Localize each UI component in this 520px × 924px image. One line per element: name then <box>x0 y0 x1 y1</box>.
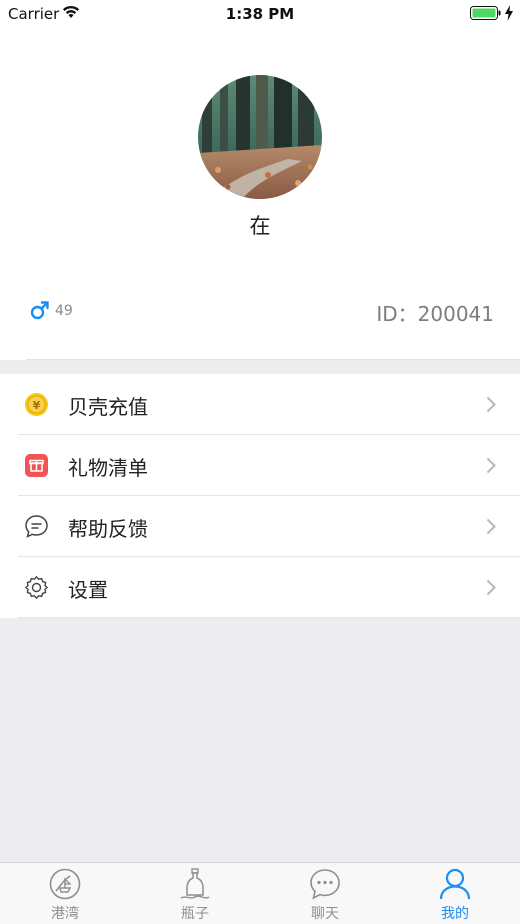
menu-item-settings[interactable]: 设置 <box>0 557 520 618</box>
chevron-right-icon <box>486 518 496 535</box>
tab-bottle[interactable]: 瓶子 <box>130 863 260 924</box>
tab-label: 港湾 <box>51 906 79 922</box>
menu-list: ¥ 贝壳充值 礼物清单 帮助反馈 设置 <box>0 374 520 618</box>
status-time: 1:38 PM <box>225 5 295 23</box>
menu-item-label: 设置 <box>68 578 108 602</box>
status-bar: Carrier 1:38 PM <box>0 0 520 30</box>
avatar-forest-image <box>198 75 322 199</box>
feedback-chat-icon <box>25 515 48 538</box>
charging-bolt-icon <box>505 5 513 21</box>
coin-icon: ¥ <box>25 393 48 416</box>
menu-item-label: 贝壳充值 <box>68 395 148 419</box>
tab-mine[interactable]: 我的 <box>390 863 520 924</box>
chevron-right-icon <box>486 579 496 596</box>
chevron-right-icon <box>486 396 496 413</box>
tab-harbor[interactable]: 港湾 <box>0 863 130 924</box>
settings-gear-icon <box>25 576 48 599</box>
chevron-right-icon <box>486 457 496 474</box>
bottle-icon <box>180 868 210 899</box>
male-gender-icon <box>30 301 49 320</box>
nickname: 在 <box>249 214 271 238</box>
menu-item-recharge[interactable]: ¥ 贝壳充值 <box>0 374 520 435</box>
profile-header: 在 49 ID：200041 <box>0 30 520 360</box>
chat-icon <box>310 869 340 900</box>
menu-item-label: 礼物清单 <box>68 456 148 480</box>
user-id-value: 200041 <box>417 302 494 326</box>
tab-bar: 港湾 瓶子 聊天 我的 <box>0 862 520 924</box>
user-id: ID：200041 <box>376 298 494 327</box>
divider <box>26 359 520 360</box>
menu-item-label: 帮助反馈 <box>68 517 148 541</box>
tab-label: 瓶子 <box>181 906 209 922</box>
user-id-label: ID： <box>376 302 418 326</box>
tab-chat[interactable]: 聊天 <box>260 863 390 924</box>
menu-item-gift-list[interactable]: 礼物清单 <box>0 435 520 496</box>
battery-icon <box>470 6 501 20</box>
harbor-icon <box>49 868 81 900</box>
svg-text:¥: ¥ <box>33 399 41 412</box>
profile-icon <box>439 868 471 900</box>
gift-icon <box>25 454 48 477</box>
tab-label: 我的 <box>441 906 469 922</box>
tab-label: 聊天 <box>311 906 339 922</box>
menu-item-feedback[interactable]: 帮助反馈 <box>0 496 520 557</box>
age-label: 49 <box>55 303 73 319</box>
avatar[interactable] <box>198 75 322 199</box>
